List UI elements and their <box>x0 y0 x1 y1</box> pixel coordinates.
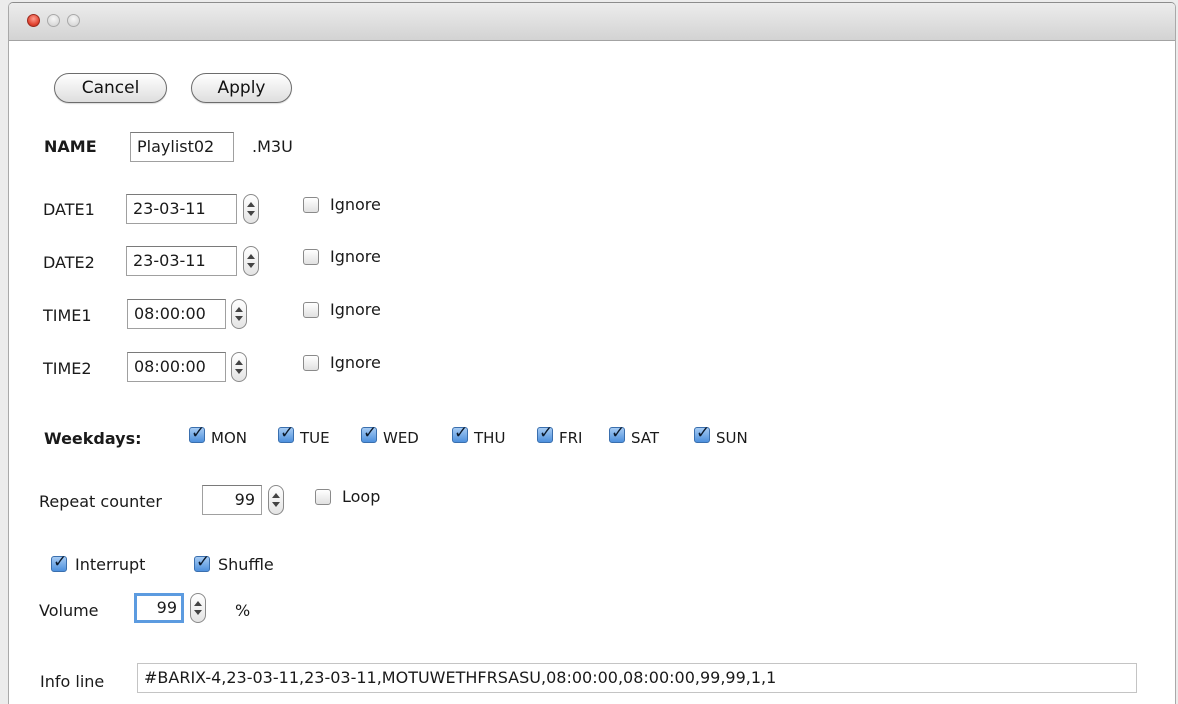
interrupt-label: Interrupt <box>75 555 146 574</box>
date2-input[interactable]: 23-03-11 <box>126 246 237 276</box>
arrow-up-icon[interactable] <box>247 202 255 207</box>
apply-button[interactable]: Apply <box>191 73 292 103</box>
date2-ignore-checkbox[interactable] <box>303 249 319 265</box>
weekday-wed-label: WED <box>383 429 419 447</box>
shuffle-label: Shuffle <box>218 555 274 574</box>
weekday-wed-checkbox[interactable]: ✓ <box>361 423 377 443</box>
date2-ignore-label: Ignore <box>330 247 381 266</box>
time2-input[interactable]: 08:00:00 <box>127 352 226 382</box>
weekday-fri-label: FRI <box>559 429 583 447</box>
arrow-down-icon[interactable] <box>247 211 255 216</box>
date1-stepper[interactable] <box>243 194 259 224</box>
weekday-sun-label: SUN <box>716 429 748 447</box>
repeat-counter-input[interactable]: 99 <box>202 485 262 515</box>
checkmark-icon: ✓ <box>191 423 206 443</box>
arrow-down-icon[interactable] <box>235 316 243 321</box>
checkmark-icon: ✓ <box>280 423 295 443</box>
date1-input[interactable]: 23-03-11 <box>126 194 237 224</box>
weekdays-label: Weekdays: <box>44 429 142 448</box>
title-bar[interactable] <box>9 3 1175 41</box>
checkmark-icon: ✓ <box>611 423 626 443</box>
cancel-button[interactable]: Cancel <box>54 73 167 103</box>
time2-ignore-label: Ignore <box>330 353 381 372</box>
arrow-up-icon[interactable] <box>247 254 255 259</box>
weekday-sun-checkbox[interactable]: ✓ <box>694 423 710 443</box>
loop-checkbox[interactable] <box>315 489 331 505</box>
date1-ignore-label: Ignore <box>330 195 381 214</box>
repeat-counter-label: Repeat counter <box>39 492 162 511</box>
arrow-down-icon[interactable] <box>272 502 280 507</box>
name-extension: .M3U <box>252 137 293 156</box>
date2-stepper[interactable] <box>243 246 259 276</box>
time2-label: TIME2 <box>43 359 92 378</box>
arrow-up-icon[interactable] <box>272 493 280 498</box>
volume-input[interactable]: 99 <box>134 593 184 623</box>
weekday-thu-label: THU <box>474 429 506 447</box>
zoom-window-icon[interactable] <box>67 14 80 27</box>
info-line-label: Info line <box>40 672 105 691</box>
checkmark-icon: ✓ <box>539 423 554 443</box>
arrow-down-icon[interactable] <box>235 369 243 374</box>
weekday-mon-checkbox[interactable]: ✓ <box>189 423 205 443</box>
weekday-tue-checkbox[interactable]: ✓ <box>278 423 294 443</box>
name-label: NAME <box>44 137 97 156</box>
weekday-sat-checkbox[interactable]: ✓ <box>609 423 625 443</box>
minimize-window-icon[interactable] <box>47 14 60 27</box>
arrow-down-icon[interactable] <box>194 610 202 615</box>
time2-stepper[interactable] <box>231 352 247 382</box>
shuffle-checkbox[interactable]: ✓ <box>194 552 210 572</box>
weekday-sat-label: SAT <box>631 429 660 447</box>
time1-label: TIME1 <box>43 306 92 325</box>
checkmark-icon: ✓ <box>696 423 711 443</box>
time1-stepper[interactable] <box>231 299 247 329</box>
arrow-up-icon[interactable] <box>235 360 243 365</box>
close-window-icon[interactable] <box>27 14 40 27</box>
arrow-down-icon[interactable] <box>247 263 255 268</box>
time1-ignore-checkbox[interactable] <box>303 302 319 318</box>
volume-label: Volume <box>39 601 99 620</box>
weekday-tue-label: TUE <box>300 429 330 447</box>
repeat-counter-stepper[interactable] <box>268 485 284 515</box>
playlist-window: Cancel Apply NAME Playlist02 .M3U DATE1 … <box>8 2 1176 704</box>
time2-ignore-checkbox[interactable] <box>303 355 319 371</box>
arrow-up-icon[interactable] <box>194 601 202 606</box>
name-input[interactable]: Playlist02 <box>130 132 234 162</box>
time1-ignore-label: Ignore <box>330 300 381 319</box>
interrupt-checkbox[interactable]: ✓ <box>51 552 67 572</box>
checkmark-icon: ✓ <box>363 423 378 443</box>
loop-label: Loop <box>342 487 381 506</box>
time1-input[interactable]: 08:00:00 <box>127 299 226 329</box>
checkmark-icon: ✓ <box>196 552 211 572</box>
date2-label: DATE2 <box>43 253 95 272</box>
date1-label: DATE1 <box>43 200 95 219</box>
volume-stepper[interactable] <box>190 593 206 623</box>
weekday-fri-checkbox[interactable]: ✓ <box>537 423 553 443</box>
info-line-input[interactable]: #BARIX-4,23-03-11,23-03-11,MOTUWETHFRSAS… <box>137 663 1137 693</box>
checkmark-icon: ✓ <box>454 423 469 443</box>
arrow-up-icon[interactable] <box>235 307 243 312</box>
checkmark-icon: ✓ <box>53 552 68 572</box>
date1-ignore-checkbox[interactable] <box>303 197 319 213</box>
weekday-thu-checkbox[interactable]: ✓ <box>452 423 468 443</box>
weekday-mon-label: MON <box>211 429 247 447</box>
volume-unit: % <box>235 601 251 620</box>
